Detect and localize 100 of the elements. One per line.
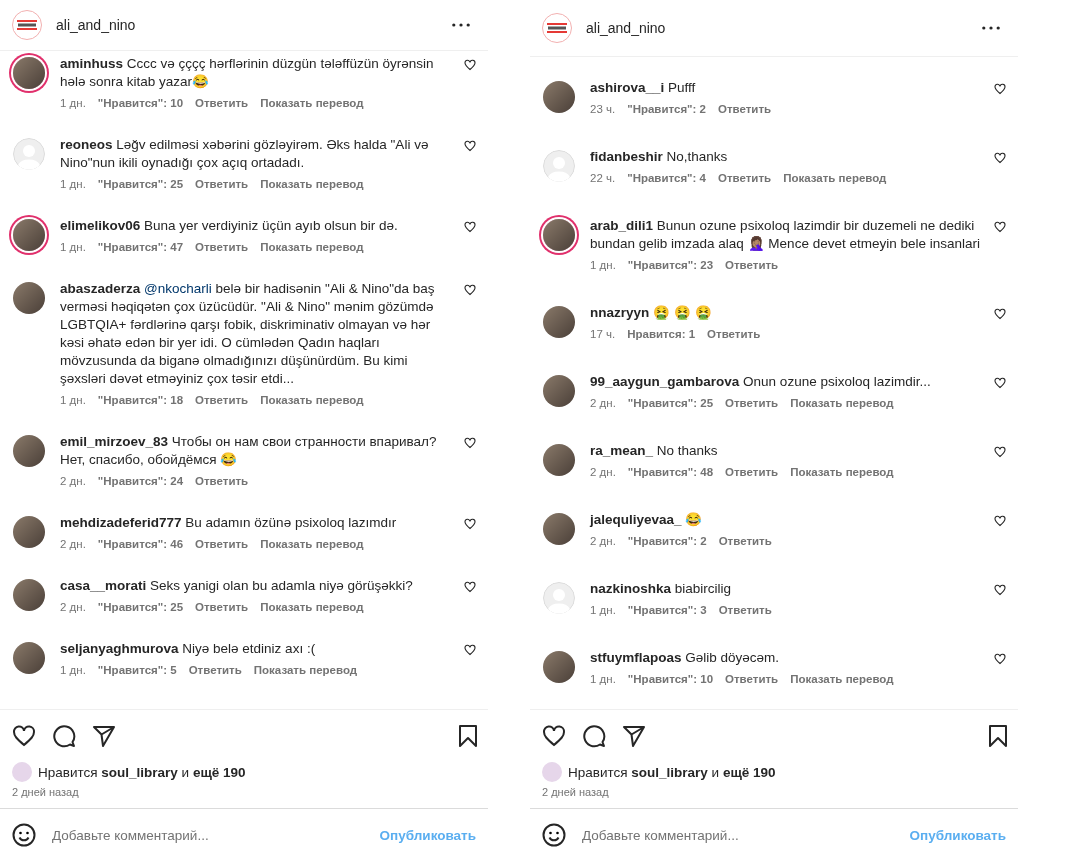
likes-count-button[interactable]: "Нравится": 10	[627, 673, 714, 685]
reply-button[interactable]: Ответить	[718, 604, 772, 616]
reply-button[interactable]: Ответить	[195, 538, 249, 550]
likes-count-button[interactable]: "Нравится": 18	[97, 394, 184, 406]
avatar-photo-placeholder[interactable]	[13, 57, 45, 89]
likes-count-button[interactable]: "Нравится": 2	[627, 103, 706, 115]
likes-count-button[interactable]: Нравится: 1	[627, 328, 696, 340]
likes-count-button[interactable]: "Нравится": 47	[97, 241, 184, 253]
more-options-icon[interactable]	[982, 26, 1000, 30]
avatar-photo-placeholder[interactable]	[13, 282, 45, 314]
comment-time[interactable]: 2 дн.	[590, 466, 616, 478]
account-logo-icon[interactable]	[12, 10, 42, 40]
likes-count-button[interactable]: "Нравится": 3	[627, 604, 707, 616]
reply-button[interactable]: Ответить	[195, 178, 249, 190]
like-heart-icon[interactable]	[994, 152, 1006, 164]
like-heart-icon[interactable]	[542, 724, 566, 748]
comment-time[interactable]: 2 дн.	[60, 475, 86, 487]
show-translation-button[interactable]: Показать перевод	[790, 397, 894, 409]
reply-button[interactable]: Ответить	[707, 328, 761, 340]
paper-plane-icon[interactable]	[92, 724, 116, 748]
reply-button[interactable]: Ответить	[717, 172, 772, 184]
like-heart-icon[interactable]	[464, 284, 476, 296]
reply-button[interactable]: Ответить	[188, 664, 242, 676]
likes-count-button[interactable]: "Нравится": 25	[97, 601, 184, 613]
show-translation-button[interactable]: Показать перевод	[260, 178, 364, 190]
comment-time[interactable]: 2 дн.	[590, 397, 616, 409]
account-logo-icon[interactable]	[542, 13, 572, 43]
show-translation-button[interactable]: Показать перевод	[783, 172, 887, 184]
likes-count-button[interactable]: "Нравится": 23	[627, 259, 714, 271]
avatar-photo-placeholder[interactable]	[543, 81, 575, 113]
reply-button[interactable]: Ответить	[725, 397, 779, 409]
comment-time[interactable]: 1 дн.	[590, 604, 616, 616]
avatar-photo-placeholder[interactable]	[13, 579, 45, 611]
avatar-photo-placeholder[interactable]	[13, 435, 45, 467]
likes-summary[interactable]: Нравится soul_library и ещё 190	[568, 764, 776, 780]
like-heart-icon[interactable]	[994, 83, 1006, 95]
reply-button[interactable]: Ответить	[717, 103, 772, 115]
reply-button[interactable]: Ответить	[725, 466, 779, 478]
show-translation-button[interactable]: Показать перевод	[260, 394, 364, 406]
likes-count-button[interactable]: "Нравится": 48	[627, 466, 714, 478]
like-heart-icon[interactable]	[464, 221, 476, 233]
comment-bubble-icon[interactable]	[52, 724, 76, 748]
likes-count-button[interactable]: "Нравится": 5	[97, 664, 177, 676]
like-heart-icon[interactable]	[994, 515, 1006, 527]
more-options-icon[interactable]	[452, 23, 470, 27]
like-heart-icon[interactable]	[994, 377, 1006, 389]
likes-count-button[interactable]: "Нравится": 2	[627, 535, 707, 547]
comment-bubble-icon[interactable]	[582, 724, 606, 748]
comment-time[interactable]: 1 дн.	[60, 394, 86, 406]
like-heart-icon[interactable]	[994, 584, 1006, 596]
show-translation-button[interactable]: Показать перевод	[253, 664, 358, 676]
like-heart-icon[interactable]	[994, 221, 1006, 233]
like-heart-icon[interactable]	[464, 140, 476, 152]
likes-count-button[interactable]: "Нравится": 25	[97, 178, 184, 190]
bookmark-icon[interactable]	[986, 724, 1010, 748]
like-heart-icon[interactable]	[994, 653, 1006, 665]
reply-button[interactable]: Ответить	[725, 259, 779, 271]
show-translation-button[interactable]: Показать перевод	[260, 97, 364, 109]
likes-count-button[interactable]: "Нравится": 24	[97, 475, 184, 487]
avatar-photo-placeholder[interactable]	[13, 642, 45, 674]
avatar-photo-placeholder[interactable]	[13, 516, 45, 548]
like-heart-icon[interactable]	[994, 308, 1006, 320]
like-heart-icon[interactable]	[464, 644, 476, 656]
comment-time[interactable]: 2 дн.	[590, 535, 616, 547]
likes-count-button[interactable]: "Нравится": 4	[627, 172, 706, 184]
likes-count-button[interactable]: "Нравится": 25	[627, 397, 714, 409]
emoji-smiley-icon[interactable]	[542, 823, 566, 847]
like-heart-icon[interactable]	[464, 437, 476, 449]
show-translation-button[interactable]: Показать перевод	[260, 601, 364, 613]
avatar-photo-placeholder[interactable]	[543, 219, 575, 251]
likes-summary[interactable]: Нравится soul_library и ещё 190	[38, 764, 246, 780]
comment-time[interactable]: 1 дн.	[60, 241, 86, 253]
likes-count-button[interactable]: "Нравится": 46	[97, 538, 184, 550]
reply-button[interactable]: Ответить	[195, 241, 249, 253]
reply-button[interactable]: Ответить	[725, 673, 779, 685]
reply-button[interactable]: Ответить	[195, 601, 249, 613]
account-name[interactable]: ali_and_nino	[586, 20, 968, 36]
like-heart-icon[interactable]	[464, 59, 476, 71]
like-heart-icon[interactable]	[464, 518, 476, 530]
avatar-photo-placeholder[interactable]	[13, 219, 45, 251]
reply-button[interactable]: Ответить	[195, 475, 249, 487]
avatar-photo-placeholder[interactable]	[543, 444, 575, 476]
comment-time[interactable]: 1 дн.	[590, 259, 616, 271]
comment-time[interactable]: 1 дн.	[60, 664, 86, 676]
comment-time[interactable]: 1 дн.	[60, 97, 86, 109]
avatar-photo-placeholder[interactable]	[543, 513, 575, 545]
avatar-photo-placeholder[interactable]	[543, 306, 575, 338]
account-name[interactable]: ali_and_nino	[56, 17, 438, 33]
comment-time[interactable]: 17 ч.	[590, 328, 616, 340]
like-heart-icon[interactable]	[12, 724, 36, 748]
show-translation-button[interactable]: Показать перевод	[260, 241, 364, 253]
paper-plane-icon[interactable]	[622, 724, 646, 748]
likes-count-button[interactable]: "Нравится": 10	[97, 97, 184, 109]
reply-button[interactable]: Ответить	[718, 535, 772, 547]
reply-button[interactable]: Ответить	[195, 394, 249, 406]
show-translation-button[interactable]: Показать перевод	[790, 673, 894, 685]
comment-time[interactable]: 1 дн.	[590, 673, 616, 685]
comment-time[interactable]: 2 дн.	[60, 601, 86, 613]
show-translation-button[interactable]: Показать перевод	[790, 466, 894, 478]
comment-time[interactable]: 23 ч.	[590, 103, 616, 115]
